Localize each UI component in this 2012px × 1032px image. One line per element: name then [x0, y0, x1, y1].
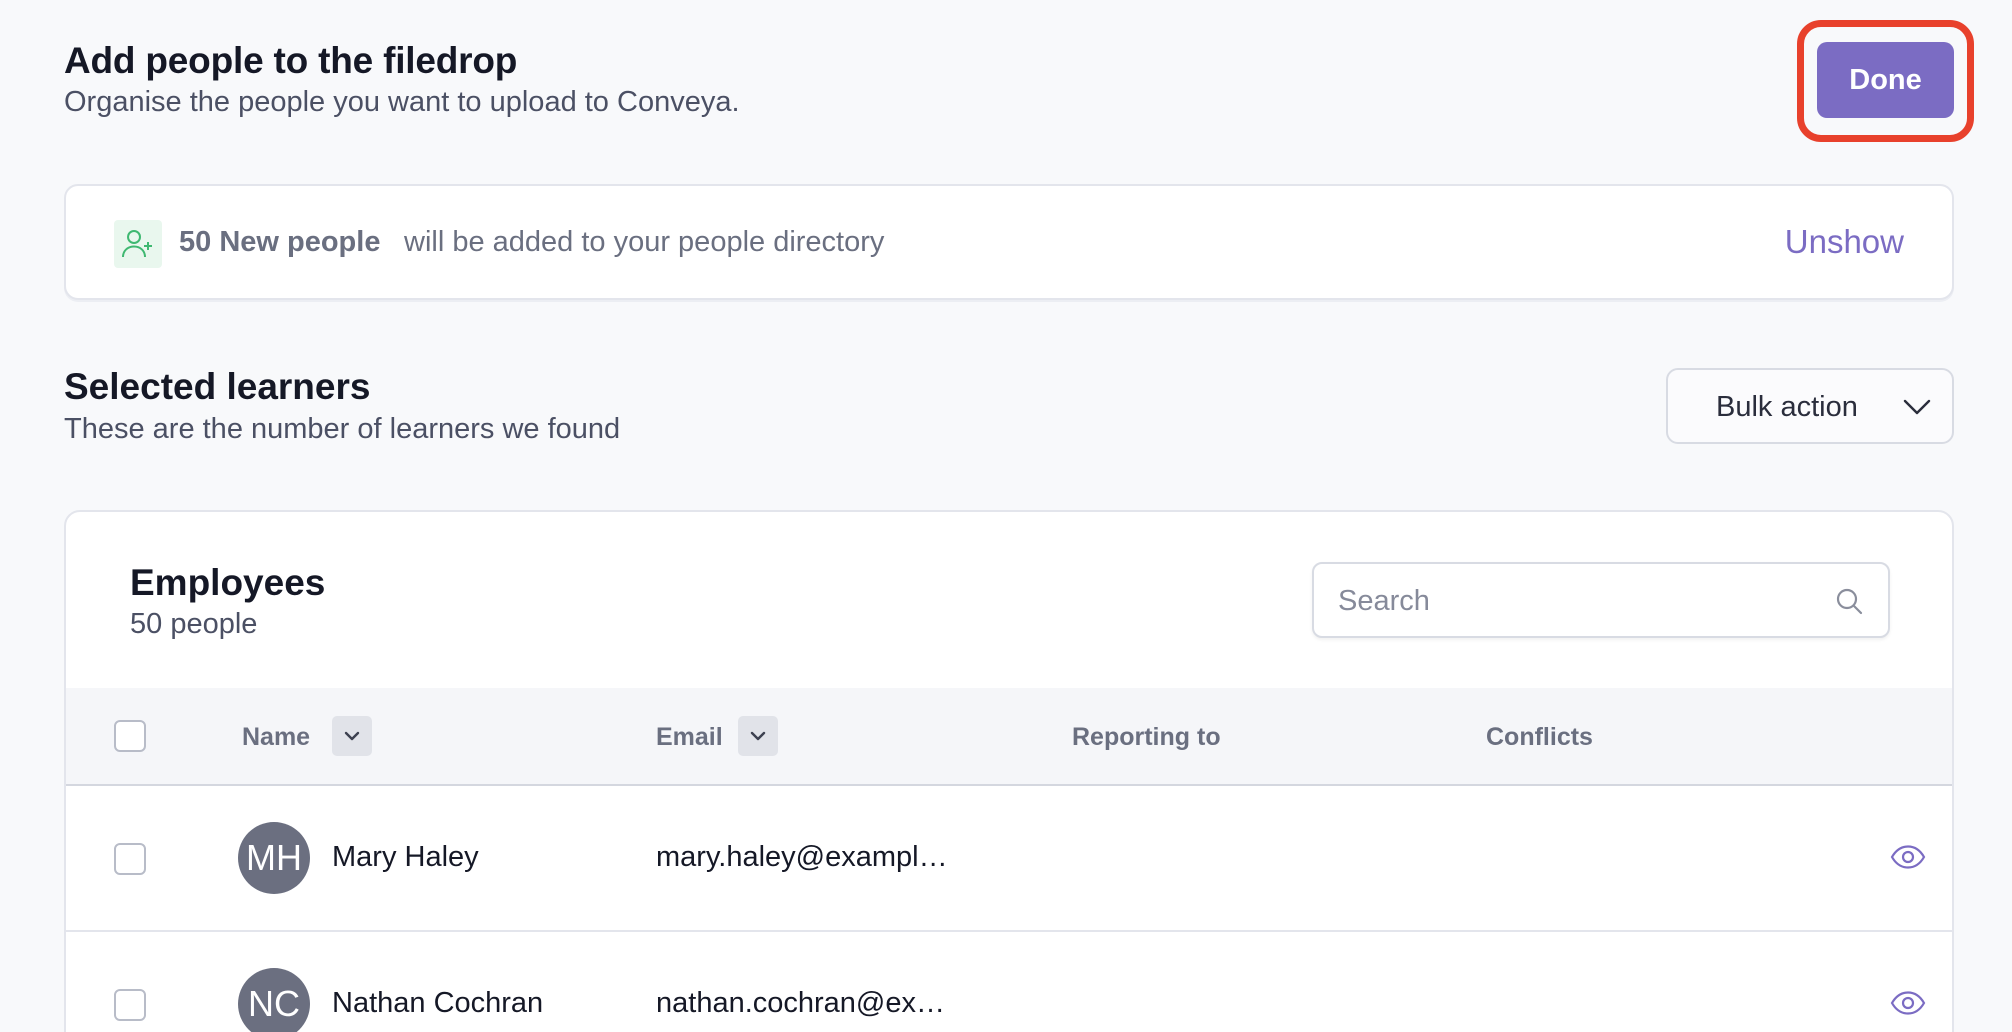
- avatar: NC: [238, 968, 310, 1032]
- bulk-action-dropdown[interactable]: Bulk action: [1666, 368, 1954, 444]
- eye-icon[interactable]: [1890, 842, 1926, 877]
- person-email: mary.haley@exampl…: [656, 841, 948, 873]
- row-checkbox[interactable]: [114, 989, 146, 1021]
- page-subtitle: Organise the people you want to upload t…: [64, 86, 740, 118]
- person-name: Nathan Cochran: [332, 987, 544, 1019]
- filedrop-page: Add people to the filedrop Organise the …: [0, 0, 2012, 1032]
- notice-message: will be added to your people directory: [404, 226, 885, 258]
- unshow-link[interactable]: Unshow: [1785, 223, 1904, 261]
- done-button[interactable]: Done: [1817, 42, 1954, 118]
- new-people-count: 50 New people: [179, 226, 381, 258]
- chevron-down-icon: [344, 731, 360, 741]
- column-header-reporting-to: Reporting to: [1072, 723, 1221, 751]
- sort-email-button[interactable]: [738, 716, 778, 756]
- employees-card: Employees 50 people Name Email: [64, 510, 1954, 1032]
- search-box: [1312, 562, 1890, 638]
- table-row[interactable]: MH Mary Haley mary.haley@exampl…: [66, 786, 1952, 932]
- select-all-checkbox[interactable]: [114, 720, 146, 752]
- bulk-action-label: Bulk action: [1716, 391, 1858, 423]
- user-plus-icon: [114, 220, 162, 268]
- employees-count: 50 people: [130, 608, 258, 640]
- search-icon[interactable]: [1834, 586, 1864, 621]
- table-row[interactable]: NC Nathan Cochran nathan.cochran@ex…: [66, 932, 1952, 1032]
- column-header-conflicts: Conflicts: [1486, 723, 1593, 751]
- page-title: Add people to the filedrop: [64, 40, 518, 81]
- search-input[interactable]: [1338, 582, 1808, 620]
- chevron-down-icon: [1902, 394, 1932, 425]
- column-header-email: Email: [656, 723, 723, 751]
- chevron-down-icon: [750, 731, 766, 741]
- person-name: Mary Haley: [332, 841, 479, 873]
- column-header-name: Name: [242, 723, 311, 751]
- section-title: Selected learners: [64, 366, 371, 407]
- table-header: Name Email Reporting to Conflicts: [66, 688, 1952, 786]
- avatar: MH: [238, 822, 310, 894]
- person-email: nathan.cochran@ex…: [656, 987, 945, 1019]
- employees-title: Employees: [130, 562, 326, 603]
- row-checkbox[interactable]: [114, 843, 146, 875]
- sort-name-button[interactable]: [332, 716, 372, 756]
- eye-icon[interactable]: [1890, 988, 1926, 1023]
- section-subtitle: These are the number of learners we foun…: [64, 413, 621, 445]
- new-people-notice: 50 New people will be added to your peop…: [64, 184, 1954, 300]
